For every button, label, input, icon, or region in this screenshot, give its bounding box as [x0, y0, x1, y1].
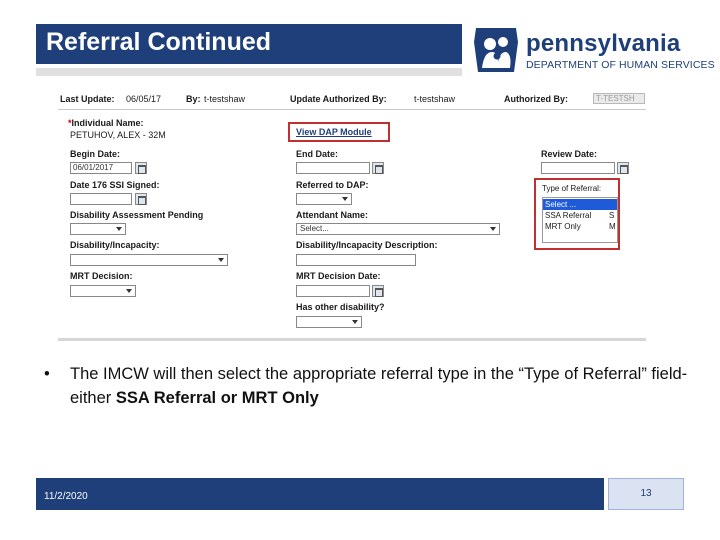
mrt-decision-date-calendar-icon[interactable] [372, 285, 384, 297]
slide-title: Referral Continued [46, 28, 272, 56]
bullet-bold-text: SSA Referral or MRT Only [115, 389, 319, 407]
view-dap-module-link[interactable]: View DAP Module [296, 127, 372, 137]
mrt-decision-date-field[interactable] [296, 285, 370, 297]
referred-dap-label: Referred to DAP: [296, 180, 369, 190]
authorized-by-field: T-TESTSH [593, 93, 645, 104]
individual-name-label: *Individual Name: [68, 118, 144, 128]
page-number: 13 [640, 488, 652, 499]
view-dap-highlight: View DAP Module [288, 122, 390, 142]
has-other-disability-dropdown[interactable] [296, 316, 362, 328]
mrt-decision-label: MRT Decision: [70, 271, 133, 281]
begin-date-label: Begin Date: [70, 149, 121, 159]
referral-option-ssa[interactable]: SSA Referral S [543, 210, 617, 221]
update-authorized-value: t-testshaw [414, 94, 456, 104]
disability-incapacity-dropdown[interactable] [70, 254, 228, 266]
type-of-referral-listbox[interactable]: Select ... SSA Referral S MRT Only M [542, 197, 618, 243]
divider [58, 109, 646, 110]
logo-wordmark: pennsylvania [526, 30, 681, 57]
has-other-disability-label: Has other disability? [296, 302, 385, 312]
last-update-value: 06/05/17 [126, 94, 162, 104]
authorized-by-label: Authorized By: [504, 94, 568, 104]
begin-date-calendar-icon[interactable] [135, 162, 147, 174]
review-date-label: Review Date: [541, 149, 598, 159]
disability-incapacity-label: Disability/Incapacity: [70, 240, 160, 250]
begin-date-field[interactable]: 06/01/2017 [70, 162, 132, 174]
mrt-decision-dropdown[interactable] [70, 285, 136, 297]
disability-incapacity-desc-label: Disability/Incapacity Description: [296, 240, 438, 250]
mrt-decision-date-label: MRT Decision Date: [296, 271, 381, 281]
referral-option-mrt[interactable]: MRT Only M [543, 221, 617, 232]
date-176-field[interactable] [70, 193, 132, 205]
type-of-referral-highlight: Type of Referral: Select ... SSA Referra… [534, 178, 620, 250]
end-date-label: End Date: [296, 149, 339, 159]
referral-option-select[interactable]: Select ... [543, 199, 617, 210]
logo-department: DEPARTMENT OF HUMAN SERVICES [526, 59, 715, 71]
form-screenshot: Last Update: 06/05/17 By: t-testshaw Upd… [58, 86, 646, 341]
date-176-label: Date 176 SSI Signed: [70, 180, 160, 190]
disability-assessment-label: Disability Assessment Pending [70, 210, 204, 220]
by-value: t-testshaw [204, 94, 246, 104]
bullet-text: The IMCW will then select the appropriat… [70, 365, 688, 407]
title-bar: Referral Continued [36, 24, 462, 64]
keystone-family-icon [474, 28, 518, 72]
by-label: By: [186, 94, 201, 104]
date-176-calendar-icon[interactable] [135, 193, 147, 205]
update-authorized-label: Update Authorized By: [290, 94, 387, 104]
disability-incapacity-desc-field[interactable] [296, 254, 416, 266]
attendant-name-label: Attendant Name: [296, 210, 369, 220]
audit-bar: Last Update: 06/05/17 By: t-testshaw Upd… [58, 92, 646, 106]
end-date-calendar-icon[interactable] [372, 162, 384, 174]
title-underline [36, 68, 462, 76]
review-date-calendar-icon[interactable] [617, 162, 629, 174]
end-date-field[interactable] [296, 162, 370, 174]
attendant-name-dropdown[interactable]: Select... [296, 223, 500, 235]
review-date-field[interactable] [541, 162, 615, 174]
footer-date: 11/2/2020 [44, 491, 88, 502]
pa-dhs-logo: pennsylvania DEPARTMENT OF HUMAN SERVICE… [470, 22, 715, 80]
last-update-label: Last Update: [60, 94, 115, 104]
individual-name-value: PETUHOV, ALEX - 32M [70, 130, 166, 140]
page-number-box: 13 [608, 478, 684, 510]
bullet-dot: • [44, 365, 50, 383]
disability-assessment-dropdown[interactable] [70, 223, 126, 235]
type-of-referral-label: Type of Referral: [542, 184, 602, 193]
footer-bar: 11/2/2020 [36, 478, 604, 510]
referred-dap-dropdown[interactable] [296, 193, 352, 205]
